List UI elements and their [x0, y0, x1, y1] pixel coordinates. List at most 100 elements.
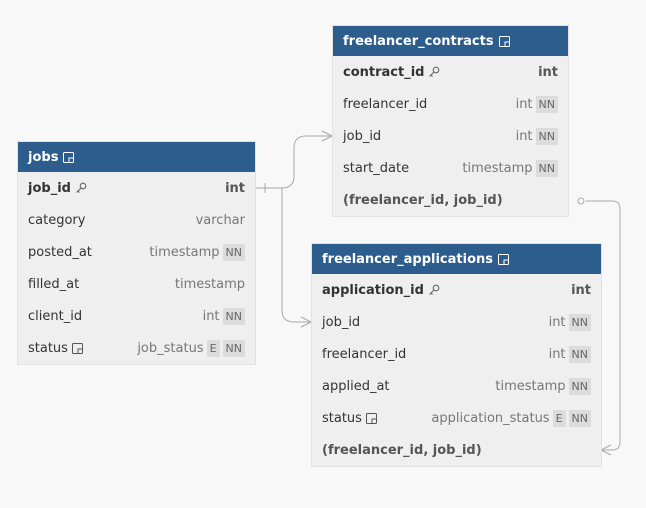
column-name: (freelancer_id, job_id)	[322, 442, 482, 458]
column-type: int	[225, 180, 245, 196]
not-null-badge: NN	[222, 307, 245, 325]
table-title: freelancer_contracts	[343, 33, 494, 49]
column-row[interactable]: job_id int NN	[312, 306, 601, 338]
diagram-canvas: freelancer_contracts contract_id int freel…	[0, 0, 646, 508]
column-right: int	[571, 283, 591, 298]
column-type: timestamp	[495, 378, 566, 394]
column-type: int	[515, 128, 533, 144]
column-row[interactable]: status job_status E NN	[18, 332, 255, 364]
column-name: freelancer_id	[343, 96, 428, 112]
column-name: filled_at	[28, 276, 80, 292]
column-right: int NN	[515, 95, 558, 113]
column-name: application_id	[322, 282, 424, 298]
column-name: freelancer_id	[322, 346, 407, 362]
table-header[interactable]: freelancer_contracts	[333, 26, 568, 56]
not-null-badge: NN	[535, 95, 558, 113]
edge-jobs-applications	[281, 188, 311, 323]
table-title: jobs	[28, 149, 59, 165]
column-name: job_id	[322, 314, 361, 330]
column-type: int	[571, 282, 591, 298]
table-freelancer-contracts[interactable]: freelancer_contracts contract_id int freel…	[333, 26, 568, 216]
primary-key-row[interactable]: application_id int	[312, 274, 601, 306]
key-icon	[428, 66, 440, 78]
not-null-badge: NN	[568, 409, 591, 427]
column-right: timestamp NN	[149, 243, 245, 261]
table-jobs[interactable]: jobs job_id int category varchar posted_at ti…	[18, 142, 255, 364]
column-row[interactable]: client_id int NN	[18, 300, 255, 332]
column-type: int	[202, 308, 220, 324]
column-right: int NN	[515, 127, 558, 145]
column-name: job_id	[343, 128, 382, 144]
column-name: status	[28, 340, 68, 356]
key-icon	[428, 284, 440, 296]
column-right: timestamp	[175, 277, 245, 292]
column-left: (freelancer_id, job_id)	[322, 443, 482, 458]
column-right: timestamp NN	[495, 377, 591, 395]
crow-foot-composite	[600, 444, 612, 456]
key-icon	[75, 182, 87, 194]
column-left: applied_at	[322, 379, 390, 394]
column-name: posted_at	[28, 244, 92, 260]
edge-jobs-contracts	[256, 135, 332, 189]
table-freelancer-applications[interactable]: freelancer_applications application_idin…	[312, 244, 601, 466]
column-right: int NN	[548, 313, 591, 331]
column-type: timestamp	[462, 160, 533, 176]
column-row[interactable]: start_date timestamp NN	[333, 152, 568, 184]
column-left: status	[322, 411, 377, 426]
not-null-badge: NN	[222, 243, 245, 261]
column-left: contract_id	[343, 65, 440, 80]
column-row[interactable]: posted_at timestamp NN	[18, 236, 255, 268]
column-left: freelancer_id	[343, 97, 427, 112]
column-left: job_id	[28, 181, 87, 196]
column-name: status	[322, 410, 362, 426]
column-left: job_id	[322, 315, 360, 330]
column-name: start_date	[343, 160, 410, 176]
column-right: int NN	[202, 307, 245, 325]
column-name: (freelancer_id, job_id)	[343, 192, 503, 208]
column-row[interactable]: freelancer_id int NN	[333, 88, 568, 120]
column-left: category	[28, 213, 85, 228]
column-row[interactable]: filled_at timestamp	[18, 268, 255, 300]
column-name: job_id	[28, 180, 71, 196]
column-left: status	[28, 341, 83, 356]
column-type: timestamp	[149, 244, 220, 260]
primary-key-row[interactable]: job_id int	[18, 172, 255, 204]
column-type: timestamp	[174, 276, 245, 292]
index-row[interactable]: (freelancer_id, job_id)	[333, 184, 568, 216]
column-right: job_status E NN	[137, 339, 245, 357]
not-null-badge: NN	[222, 339, 245, 357]
enum-badge: E	[206, 339, 220, 357]
column-right: int NN	[548, 345, 591, 363]
column-right: int	[225, 181, 245, 196]
not-null-badge: NN	[535, 127, 558, 145]
note-icon	[365, 412, 377, 424]
primary-key-row[interactable]: contract_id int	[333, 56, 568, 88]
column-row[interactable]: status application_status E NN	[312, 402, 601, 434]
column-right: varchar	[196, 213, 245, 228]
crow-foot-contracts	[321, 130, 333, 142]
column-left: client_id	[28, 309, 82, 324]
column-name: contract_id	[343, 64, 425, 80]
table-header[interactable]: freelancer_applications	[312, 244, 601, 274]
zero-marker	[577, 197, 585, 205]
column-left: job_id	[343, 129, 381, 144]
column-row[interactable]: job_id int NN	[333, 120, 568, 152]
column-row[interactable]: applied_at timestamp NN	[312, 370, 601, 402]
column-type: int	[548, 346, 566, 362]
not-null-badge: NN	[568, 345, 591, 363]
column-left: freelancer_id	[322, 347, 406, 362]
table-title: freelancer_applications	[322, 251, 493, 267]
column-row[interactable]: freelancer_id int NN	[312, 338, 601, 370]
column-right: timestamp NN	[462, 159, 558, 177]
column-row[interactable]: category varchar	[18, 204, 255, 236]
column-left: posted_at	[28, 245, 92, 260]
note-icon	[498, 35, 510, 47]
index-row[interactable]: (freelancer_id, job_id)	[312, 434, 601, 466]
column-type: int	[515, 96, 533, 112]
column-type: int	[548, 314, 566, 330]
crow-foot-applications	[300, 316, 312, 328]
note-icon	[71, 342, 83, 354]
column-left: (freelancer_id, job_id)	[343, 193, 503, 208]
table-header[interactable]: jobs	[18, 142, 255, 172]
note-icon	[498, 253, 509, 265]
